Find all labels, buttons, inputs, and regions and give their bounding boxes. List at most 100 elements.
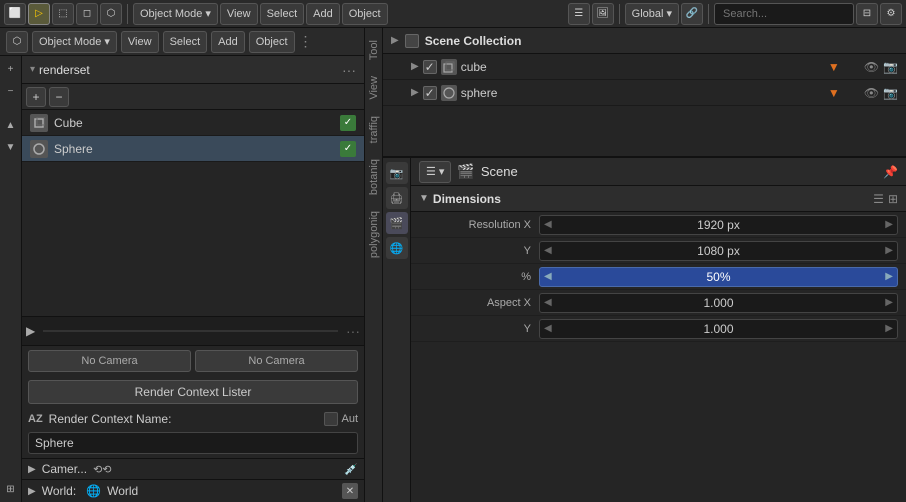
renderset-expand-icon[interactable]: ▾ [30, 64, 35, 75]
sphere-outliner-name: sphere [461, 86, 824, 100]
camera-expand-icon[interactable]: ▶ [28, 464, 36, 475]
resolution-y-right-arrow[interactable]: ▶ [885, 245, 893, 256]
add-left-btn[interactable]: Add [211, 31, 245, 53]
tool-down-icon[interactable]: ▼ [2, 138, 20, 156]
cube-outliner-checkbox[interactable]: ✓ [423, 60, 437, 74]
sphere-icon [30, 140, 48, 158]
select-circle-icon[interactable]: ◻ [76, 3, 98, 25]
main-area: ⬡ Object Mode ▾ View Select Add Object ⋮ [0, 28, 906, 502]
tab-botaniq[interactable]: botaniq [366, 151, 382, 203]
select-left-btn[interactable]: Select [163, 31, 208, 53]
tab-traffiq[interactable]: traffiq [366, 108, 382, 151]
view-left-btn[interactable]: View [121, 31, 159, 53]
play-button[interactable]: ▶ [26, 324, 35, 338]
object-mode-btn[interactable]: Object Mode ▾ [133, 3, 218, 25]
props-scene-icon-btn[interactable]: 🎬 [386, 212, 408, 234]
dimensions-list-icon[interactable]: ☰ [873, 192, 884, 206]
tool-remove-icon[interactable]: − [2, 82, 20, 100]
resolution-y-label: Y [419, 245, 539, 257]
aspect-y-left-arrow[interactable]: ◀ [544, 323, 552, 334]
object-mode-left-btn[interactable]: Object Mode ▾ [32, 31, 117, 53]
layout-icon-btn[interactable]: ⬜ [4, 3, 26, 25]
select-box-icon[interactable]: ⬚ [52, 3, 74, 25]
no-camera-btn-2[interactable]: No Camera [195, 350, 358, 372]
percent-right-arrow[interactable]: ▶ [885, 271, 893, 282]
props-render-icon[interactable]: 📷 [386, 162, 408, 184]
left-toolbar-group: ⬜ ▷ ⬚ ◻ ⬡ Object Mode ▾ View Select Add … [4, 3, 388, 25]
resolution-y-value[interactable]: ◀ 1080 px ▶ [539, 241, 898, 261]
sphere-outliner-checkbox[interactable]: ✓ [423, 86, 437, 100]
timeline-track[interactable] [43, 330, 338, 332]
view-type-icon[interactable]: 🖼 [592, 3, 614, 25]
left-side-icons: + − ▲ ▼ ⊞ [0, 56, 22, 502]
tab-view[interactable]: View [366, 68, 382, 108]
outliner-item-sphere[interactable]: ▶ ✓ sphere ▼ 👁 📷 [383, 80, 906, 106]
search-input[interactable] [714, 3, 854, 25]
resolution-y-left-arrow[interactable]: ◀ [544, 245, 552, 256]
sphere-expand-icon[interactable]: ▶ [411, 87, 419, 98]
dimensions-header[interactable]: ▼ Dimensions ☰ ⊞ [411, 186, 906, 212]
world-expand-icon[interactable]: ▶ [28, 486, 36, 497]
dimensions-title: Dimensions [433, 192, 869, 206]
percent-value[interactable]: ◀ 50% ▶ [539, 267, 898, 287]
props-mode-btn[interactable]: ☰ ▾ [419, 161, 451, 183]
cube-expand-icon[interactable]: ▶ [411, 61, 419, 72]
renderset-menu-dots[interactable]: ··· [342, 62, 356, 78]
outliner-header-checkbox[interactable] [405, 34, 419, 48]
outliner-item-cube[interactable]: ▶ ✓ cube ▼ 👁 📷 [383, 54, 906, 80]
list-item[interactable]: Cube ✓ [22, 110, 364, 136]
resolution-x-left-arrow[interactable]: ◀ [544, 219, 552, 230]
tab-tool[interactable]: Tool [366, 32, 382, 68]
aspect-y-value[interactable]: ◀ 1.000 ▶ [539, 319, 898, 339]
tab-polygoniq[interactable]: polygoniq [366, 203, 382, 266]
world-clear-btn[interactable]: ✕ [342, 483, 358, 499]
cube-camera-icon[interactable]: 📷 [883, 60, 898, 74]
sphere-eye-icon[interactable]: 👁 [864, 86, 879, 100]
props-world-icon[interactable]: 🌐 [386, 237, 408, 259]
props-output-icon[interactable]: 🖨 [386, 187, 408, 209]
resolution-x-right-arrow[interactable]: ▶ [885, 219, 893, 230]
left-toolbar-more[interactable]: ⋮ [299, 33, 313, 50]
aspect-x-left-arrow[interactable]: ◀ [544, 297, 552, 308]
aspect-x-value[interactable]: ◀ 1.000 ▶ [539, 293, 898, 313]
global-btn[interactable]: Global ▾ [625, 3, 679, 25]
context-name-label: Render Context Name: [49, 412, 319, 426]
aspect-y-right-arrow[interactable]: ▶ [885, 323, 893, 334]
aspect-x-right-arrow[interactable]: ▶ [885, 297, 893, 308]
object-btn[interactable]: Object [342, 3, 388, 25]
cursor-icon-btn[interactable]: ▷ [28, 3, 50, 25]
outliner-header-expand[interactable]: ▶ [391, 35, 399, 46]
auto-checkbox[interactable] [324, 412, 338, 426]
props-content: ☰ ▾ 🎬 Scene 📌 ▼ Dimensions ☰ ⊞ [411, 158, 906, 502]
no-camera-btn-1[interactable]: No Camera [28, 350, 191, 372]
select-lasso-icon[interactable]: ⬡ [100, 3, 122, 25]
render-context-name-input[interactable]: Sphere [28, 432, 358, 454]
dropper-icon[interactable]: 💉 [344, 463, 358, 476]
tool-add-icon[interactable]: + [2, 60, 20, 78]
object-left-btn[interactable]: Object [249, 31, 295, 53]
filter-icon[interactable]: ⊟ [856, 3, 878, 25]
cube-eye-icon[interactable]: 👁 [864, 60, 879, 74]
list-item[interactable]: Sphere ✓ [22, 136, 364, 162]
outliner-icon[interactable]: ☰ [568, 3, 590, 25]
pin-icon[interactable]: 📌 [883, 165, 898, 179]
select-btn[interactable]: Select [260, 3, 305, 25]
render-context-lister-btn[interactable]: Render Context Lister [28, 380, 358, 404]
tool-link-icon[interactable]: ⊞ [2, 480, 20, 498]
timeline-area: ▶ ··· [22, 316, 364, 346]
resolution-x-value[interactable]: ◀ 1920 px ▶ [539, 215, 898, 235]
renderset-title: renderset [39, 63, 338, 77]
sphere-checkbox[interactable]: ✓ [340, 141, 356, 157]
sphere-camera-icon[interactable]: 📷 [883, 86, 898, 100]
cube-checkbox[interactable]: ✓ [340, 115, 356, 131]
dimensions-grid-icon[interactable]: ⊞ [888, 192, 898, 206]
rs-add-btn[interactable]: + [26, 87, 46, 107]
link-icon[interactable]: 🔗 [681, 3, 703, 25]
percent-left-arrow[interactable]: ◀ [544, 271, 552, 282]
tool-up-icon[interactable]: ▲ [2, 116, 20, 134]
view-btn[interactable]: View [220, 3, 258, 25]
rs-remove-btn[interactable]: − [49, 87, 69, 107]
add-btn[interactable]: Add [306, 3, 340, 25]
left-panel-icon1[interactable]: ⬡ [6, 31, 28, 53]
settings-icon[interactable]: ⚙ [880, 3, 902, 25]
